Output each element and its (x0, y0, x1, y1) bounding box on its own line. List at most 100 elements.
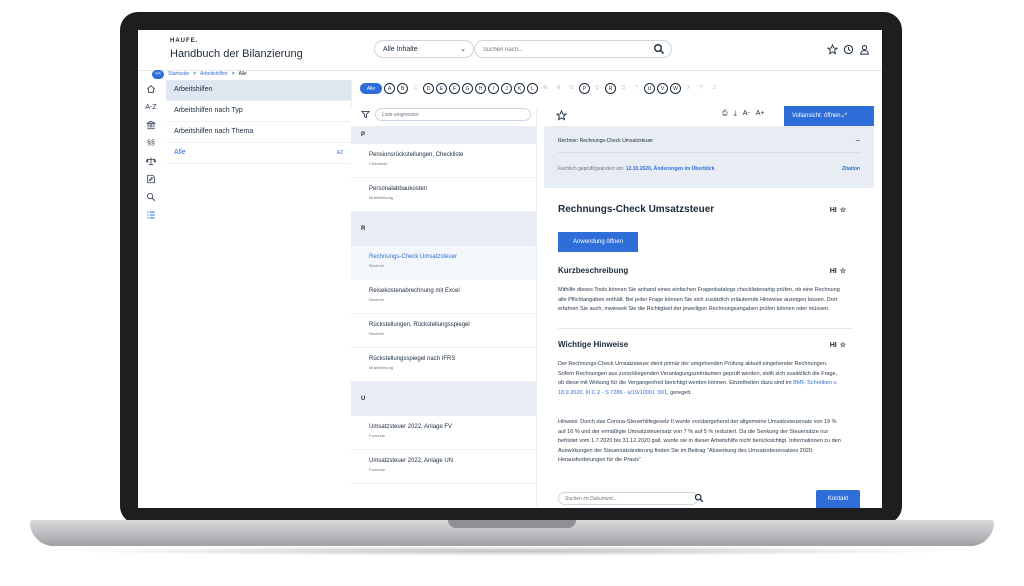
content-filter-select[interactable]: Alle Inhalte ⌄ (374, 40, 474, 58)
hi-label: HI (829, 207, 837, 214)
search-icon[interactable] (694, 493, 704, 503)
review-label: Fachlich geprüft/geändert am: (558, 166, 625, 172)
user-icon[interactable] (859, 42, 870, 55)
star-icon[interactable]: ☆ (840, 207, 846, 214)
list-item-title: Rückstellungsspiegel nach IFRS (369, 356, 456, 362)
list-item-title: Personalabbaukosten (369, 186, 428, 192)
list-item[interactable]: Rückstellungen, Rückstellungsspiegel Rech… (351, 314, 536, 348)
kontakt-button[interactable]: Kontakt (816, 490, 860, 508)
alpha-letter-b[interactable]: B (397, 82, 408, 94)
bank-icon[interactable] (144, 120, 158, 132)
settings-search-icon[interactable] (144, 192, 158, 204)
hi-label: HI (829, 342, 837, 349)
alpha-letter-l[interactable]: L (527, 82, 538, 94)
alpha-letter-v[interactable]: V (657, 82, 668, 94)
list-item-type: Musterlösung (369, 365, 394, 370)
alpha-letter-p[interactable]: P (579, 82, 590, 94)
list-item[interactable]: Pensionsrückstellungen, Checkliste Checkl… (351, 144, 536, 178)
list-item-type: Rechner (369, 297, 385, 302)
nav-item-alle[interactable]: Alle AZ (166, 143, 351, 164)
app-screen: HAUFE. Handbuch der Bilanzierung Alle In… (138, 30, 882, 508)
alpha-letter-i[interactable]: I (488, 82, 499, 94)
filter-icon (361, 110, 370, 119)
document-list: Liste eingrenzen P Pensionsrückstellungen… (351, 108, 537, 508)
scales-icon[interactable] (144, 156, 158, 168)
font-increase-icon[interactable]: A+ (756, 110, 765, 118)
list-item[interactable]: Rechnungs-Check Umsatzsteuer Rechner (351, 246, 536, 280)
expand-icon: ⤢ (842, 113, 848, 119)
vollansicht-button[interactable]: Vollansicht: öffnen ⤢ (784, 106, 874, 126)
history-icon[interactable] (843, 42, 854, 55)
star-icon[interactable]: ☆ (840, 342, 846, 349)
document-edit-icon[interactable] (144, 174, 158, 186)
collapse-info-button[interactable]: − (855, 136, 860, 145)
nav-item-label: Alle (174, 149, 186, 156)
alpha-letter-f[interactable]: F (449, 82, 460, 94)
list-item[interactable]: Personalabbaukosten Musterlösung (351, 178, 536, 212)
hinweis-text: Hinweis: Durch das Corona-Steuerhilfeges… (558, 419, 841, 463)
alpha-letter-s: S (621, 84, 626, 91)
collapse-nav-button[interactable]: << (152, 69, 164, 79)
alpha-letter-y: Y (699, 84, 704, 91)
bookmark-star-icon[interactable] (556, 110, 567, 121)
changes-overview-link[interactable]: Änderungen im Überblick (654, 166, 715, 172)
global-search[interactable] (474, 40, 672, 58)
search-icon[interactable] (653, 43, 665, 55)
alpha-letter-k[interactable]: K (514, 82, 525, 94)
download-icon[interactable]: ⤓ (734, 110, 737, 118)
breadcrumb-separator: > (193, 71, 197, 77)
alpha-letter-j[interactable]: J (501, 82, 512, 94)
document-content: Rechnungs-Check Umsatzsteuer HI ☆ Anwendu… (544, 188, 866, 484)
list-filter-input[interactable]: Liste eingrenzen (375, 108, 531, 121)
document-search-input[interactable]: Suchen im Dokument... (558, 492, 698, 505)
nav-item-arbeitshilfen[interactable]: Arbeitshilfen (166, 80, 351, 101)
list-item[interactable]: Reisekostenabrechnung mit Excel Rechner (351, 280, 536, 314)
list-icon[interactable] (144, 210, 158, 222)
search-input[interactable] (483, 45, 633, 55)
az-index-icon[interactable]: A-Z (144, 102, 158, 114)
section-divider (558, 328, 852, 329)
list-group-header: P (351, 126, 536, 144)
nav-item-nach-typ[interactable]: Arbeitshilfen nach Typ (166, 101, 351, 122)
zitation-link[interactable]: Zitation (842, 166, 860, 172)
alpha-letter-c: C (413, 84, 418, 91)
list-item-title: Reisekostenabrechnung mit Excel (369, 288, 460, 294)
star-icon[interactable]: ☆ (840, 268, 846, 275)
breadcrumb-separator: > (231, 71, 235, 77)
list-item-title: Umsatzsteuer 2022, Anlage FV (369, 424, 453, 430)
haufe-logo[interactable]: HAUFE. (170, 38, 198, 44)
breadcrumb-arbeitshilfen[interactable]: Arbeitshilfen (200, 71, 228, 77)
alpha-letter-u[interactable]: U (644, 82, 655, 94)
alpha-letter-a[interactable]: A (384, 82, 395, 94)
alpha-letter-o: O (569, 84, 574, 91)
nav-item-nach-thema[interactable]: Arbeitshilfen nach Thema (166, 122, 351, 143)
list-item-title: Rückstellungen, Rückstellungsspiegel (369, 322, 470, 328)
list-item[interactable]: Umsatzsteuer 2022, Anlage FV Formular (351, 416, 536, 450)
paragraph-icon[interactable]: §§ (144, 138, 158, 150)
anwendung-oeffnen-button[interactable]: Anwendung öffnen (558, 232, 638, 252)
list-filter[interactable]: Liste eingrenzen (359, 108, 531, 122)
font-decrease-icon[interactable]: A- (743, 110, 750, 118)
alpha-letter-r[interactable]: R (605, 82, 616, 94)
alpha-letter-e[interactable]: E (436, 82, 447, 94)
list-item[interactable]: Umsatzsteuer 2022, Anlage UN Formular (351, 450, 536, 484)
star-icon[interactable] (826, 42, 839, 55)
alpha-letter-h[interactable]: H (475, 82, 486, 94)
sort-az-icon[interactable]: AZ (337, 143, 343, 163)
alpha-letter-d[interactable]: D (423, 82, 434, 94)
kurzbeschreibung-heading: Kurzbeschreibung (558, 266, 629, 275)
nav-item-label: Arbeitshilfen nach Thema (174, 128, 254, 135)
breadcrumb-current: Alle (238, 71, 247, 77)
breadcrumb-startseite[interactable]: Startseite (168, 71, 189, 77)
app-header: HAUFE. Handbuch der Bilanzierung Alle In… (138, 30, 882, 71)
alpha-letter-g[interactable]: G (462, 82, 473, 94)
list-item-type: Rechner (369, 263, 385, 268)
wichtige-hinweise-text: Der Rechnungs-Check Umsatzsteuer dient p… (558, 360, 842, 398)
print-icon[interactable]: ⎙ (722, 110, 728, 118)
home-icon[interactable] (144, 84, 158, 96)
list-item[interactable]: Rückstellungsspiegel nach IFRS Musterlösu… (351, 348, 536, 382)
alpha-letter-q: Q (595, 84, 600, 91)
alpha-letter-n: N (556, 84, 561, 91)
alpha-letter-w[interactable]: W (670, 82, 681, 94)
alpha-all-button[interactable]: Alle (360, 82, 382, 94)
